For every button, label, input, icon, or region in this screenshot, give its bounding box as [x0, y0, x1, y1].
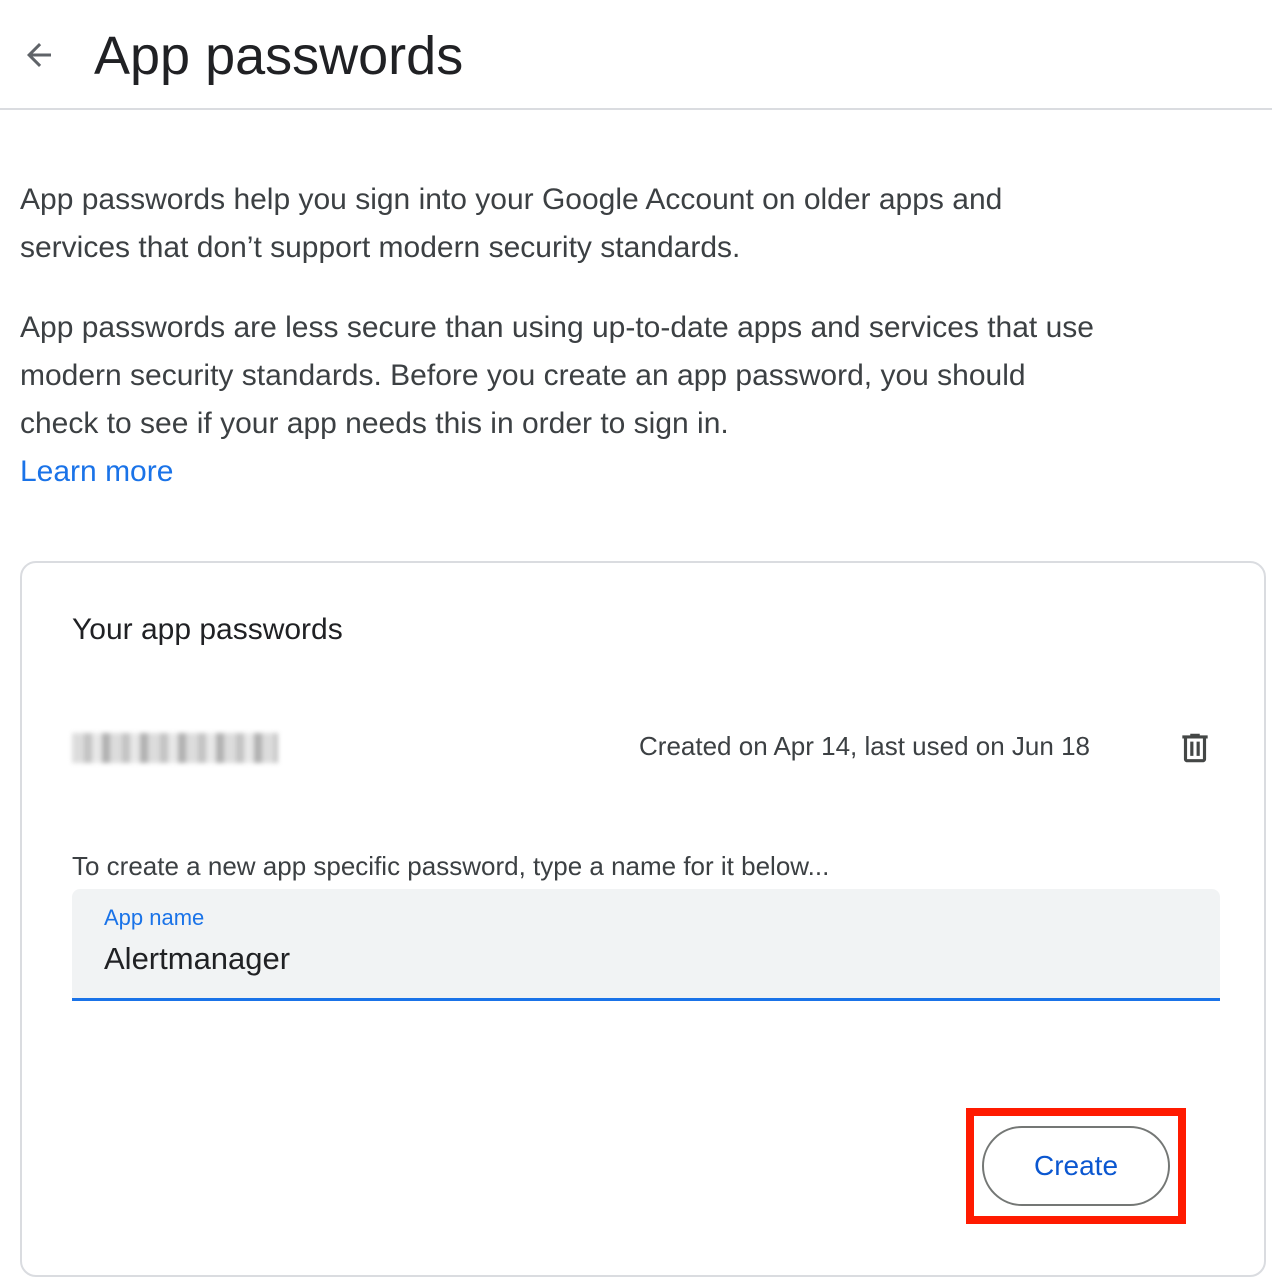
app-password-meta: Created on Apr 14, last used on Jun 18 — [639, 731, 1090, 761]
arrow-back-icon — [27, 43, 51, 67]
create-button[interactable]: Create — [982, 1126, 1170, 1206]
page-header: App passwords — [0, 0, 1272, 110]
app-passwords-card: Your app passwords Created on Apr 14, la… — [20, 561, 1266, 1277]
trash-icon — [1182, 733, 1208, 763]
app-name-field[interactable]: App name — [72, 889, 1220, 1001]
intro-paragraph-1: App passwords help you sign into your Go… — [20, 183, 1003, 264]
app-password-name-redacted — [72, 733, 278, 763]
app-password-row: Created on Apr 14, last used on Jun 18 — [72, 723, 1222, 773]
app-name-input[interactable] — [102, 937, 1186, 981]
intro-paragraph-2: App passwords are less secure than using… — [20, 311, 1094, 440]
intro-block-2: App passwords are less secure than using… — [20, 304, 1110, 496]
app-name-label: App name — [104, 905, 205, 930]
create-hint: To create a new app specific password, t… — [72, 851, 830, 881]
card-title: Your app passwords — [72, 613, 343, 646]
page-title: App passwords — [94, 26, 464, 86]
learn-more-link[interactable]: Learn more — [20, 448, 1110, 496]
delete-app-password-button[interactable] — [1172, 725, 1218, 771]
back-button[interactable] — [14, 30, 64, 80]
